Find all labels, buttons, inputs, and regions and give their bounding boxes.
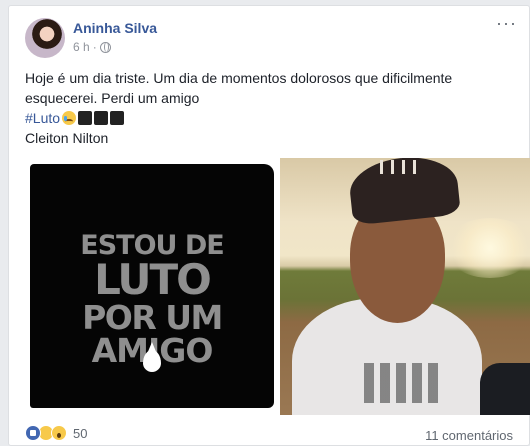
- black-square-icon: [94, 111, 109, 125]
- post-text-line: esquecerei. Perdi um amigo: [25, 90, 200, 106]
- separator-dot: ·: [92, 40, 97, 54]
- sunset-glow: [445, 218, 530, 278]
- black-background: ESTOU DE LUTO POR UM AMIGO: [30, 164, 274, 408]
- post-hashtag-line: #Luto: [25, 108, 515, 128]
- motorcycle: [480, 363, 530, 415]
- hashtag-link[interactable]: #Luto: [25, 110, 60, 126]
- author-avatar[interactable]: [25, 18, 65, 58]
- post-text-line: Cleiton Nilton: [25, 130, 109, 146]
- photo-selfie[interactable]: [280, 158, 530, 415]
- reactions-summary[interactable]: 50: [25, 425, 87, 441]
- crying-face-icon: [62, 111, 77, 125]
- tear-drop-icon: [143, 350, 161, 372]
- photo-mourning-graphic[interactable]: ESTOU DE LUTO POR UM AMIGO: [22, 158, 276, 414]
- reaction-count: 50: [73, 425, 88, 441]
- mourning-text-line: LUTO: [94, 255, 212, 304]
- globe-icon[interactable]: [99, 41, 111, 53]
- like-reaction-icon: [25, 425, 41, 441]
- wow-reaction-icon: [51, 425, 67, 441]
- black-square-icon: [78, 111, 93, 125]
- post-time[interactable]: 6 h: [73, 40, 90, 54]
- mourning-text-line: POR UM: [82, 298, 223, 337]
- cap-stripes: [380, 160, 416, 174]
- comments-link[interactable]: 11 comentários: [425, 428, 513, 443]
- more-options-icon[interactable]: ···: [496, 14, 517, 32]
- shirt-print: [364, 363, 444, 403]
- author-name[interactable]: Aninha Silva: [73, 20, 157, 36]
- post-text: Hoje é um dia triste. Um dia de momentos…: [25, 68, 515, 148]
- post-meta: 6 h ·: [73, 40, 111, 54]
- post-text-line: Hoje é um dia triste. Um dia de momentos…: [25, 70, 453, 86]
- black-square-icon: [110, 111, 125, 125]
- post-card: Aninha Silva 6 h · ··· Hoje é um dia tri…: [8, 5, 530, 446]
